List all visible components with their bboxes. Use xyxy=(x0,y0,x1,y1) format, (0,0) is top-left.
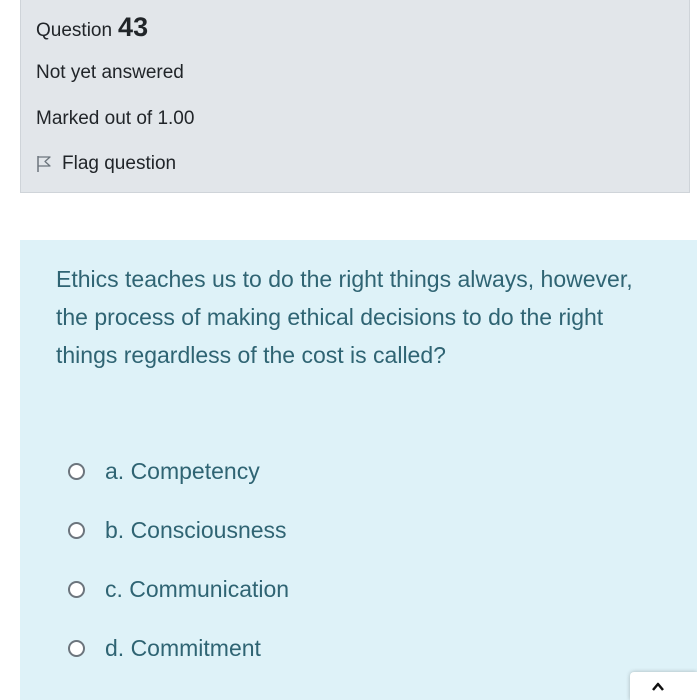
chevron-up-icon xyxy=(652,680,664,692)
question-number: 43 xyxy=(118,12,149,42)
answer-label: b. Consciousness xyxy=(105,516,287,543)
flag-question-label: Flag question xyxy=(62,153,177,174)
scroll-up-button[interactable] xyxy=(630,672,697,700)
quiz-page: Question 43 Not yet answered Marked out o… xyxy=(0,0,697,700)
flag-icon xyxy=(36,155,52,173)
answer-option-c[interactable]: c. Communication xyxy=(68,572,289,606)
answer-label: d. Commitment xyxy=(105,634,261,661)
radio-icon[interactable] xyxy=(68,462,85,480)
radio-icon[interactable] xyxy=(68,521,85,539)
question-info-panel: Question 43 Not yet answered Marked out o… xyxy=(20,0,690,193)
question-state: Not yet answered xyxy=(36,62,184,83)
question-grade: Marked out of 1.00 xyxy=(36,108,195,129)
question-label: Question xyxy=(36,20,113,41)
radio-icon[interactable] xyxy=(68,580,85,598)
question-number-row: Question 43 xyxy=(36,12,148,43)
question-text: Ethics teaches us to do the right things… xyxy=(56,266,633,368)
answer-option-b[interactable]: b. Consciousness xyxy=(68,513,289,547)
left-margin xyxy=(0,0,20,700)
answer-option-a[interactable]: a. Competency xyxy=(68,454,289,488)
flag-question-button[interactable]: Flag question xyxy=(36,153,176,175)
answer-option-d[interactable]: d. Commitment xyxy=(68,631,289,665)
answer-label: a. Competency xyxy=(105,457,260,484)
question-content-panel: Ethics teaches us to do the right things… xyxy=(20,240,697,700)
answer-label: c. Communication xyxy=(105,575,290,602)
radio-icon[interactable] xyxy=(68,639,85,657)
answer-list: a. Competency b. Consciousness c. Commun… xyxy=(68,454,289,690)
